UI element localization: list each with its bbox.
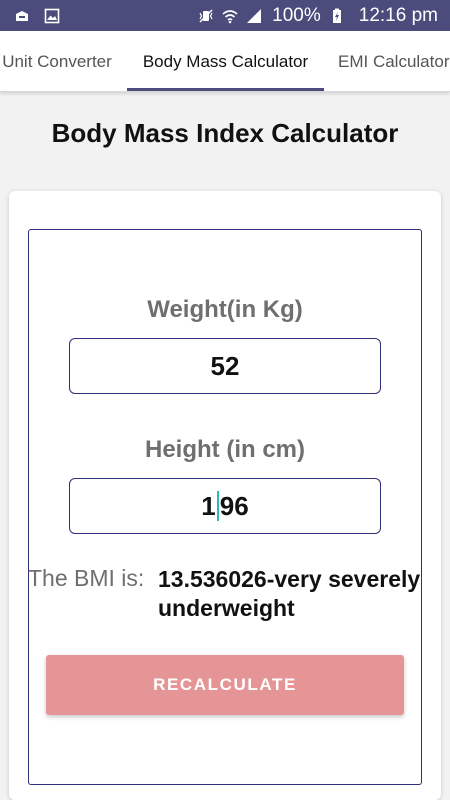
tab-unit-converter[interactable]: Unit Converter xyxy=(0,31,118,91)
height-input[interactable]: 1 96 xyxy=(69,478,381,534)
tab-emi-calculator[interactable]: EMI Calculator xyxy=(338,31,450,91)
bmi-result-value: 13.536026-very severely underweight xyxy=(158,566,421,621)
wifi-icon xyxy=(222,8,238,24)
text-cursor xyxy=(216,491,219,521)
status-right: 100% 12:16 pm xyxy=(198,5,438,27)
height-label: Height (in cm) xyxy=(145,436,305,463)
notification-icon xyxy=(14,8,30,24)
clock: 12:16 pm xyxy=(358,4,438,26)
status-left xyxy=(14,8,60,24)
image-icon xyxy=(44,8,60,24)
tab-body-mass-calculator[interactable]: Body Mass Calculator xyxy=(127,31,324,91)
battery-percent: 100% xyxy=(272,4,321,26)
height-value-end: 96 xyxy=(219,490,249,521)
page-title: Body Mass Index Calculator xyxy=(51,118,399,148)
recalculate-button[interactable]: RECALCULATE xyxy=(46,655,404,715)
active-tab-indicator xyxy=(127,88,324,91)
bmi-result-label: The BMI is: xyxy=(28,565,145,591)
battery-charging-icon xyxy=(329,8,345,24)
height-value-start: 1 xyxy=(201,490,216,521)
tab-bar: Unit Converter Body Mass Calculator EMI … xyxy=(0,31,450,92)
weight-input[interactable] xyxy=(69,338,381,394)
weight-label: Weight(in Kg) xyxy=(147,296,303,323)
signal-icon xyxy=(246,8,262,24)
vibrate-mute-icon xyxy=(198,8,214,24)
status-bar: 100% 12:16 pm xyxy=(0,0,450,31)
